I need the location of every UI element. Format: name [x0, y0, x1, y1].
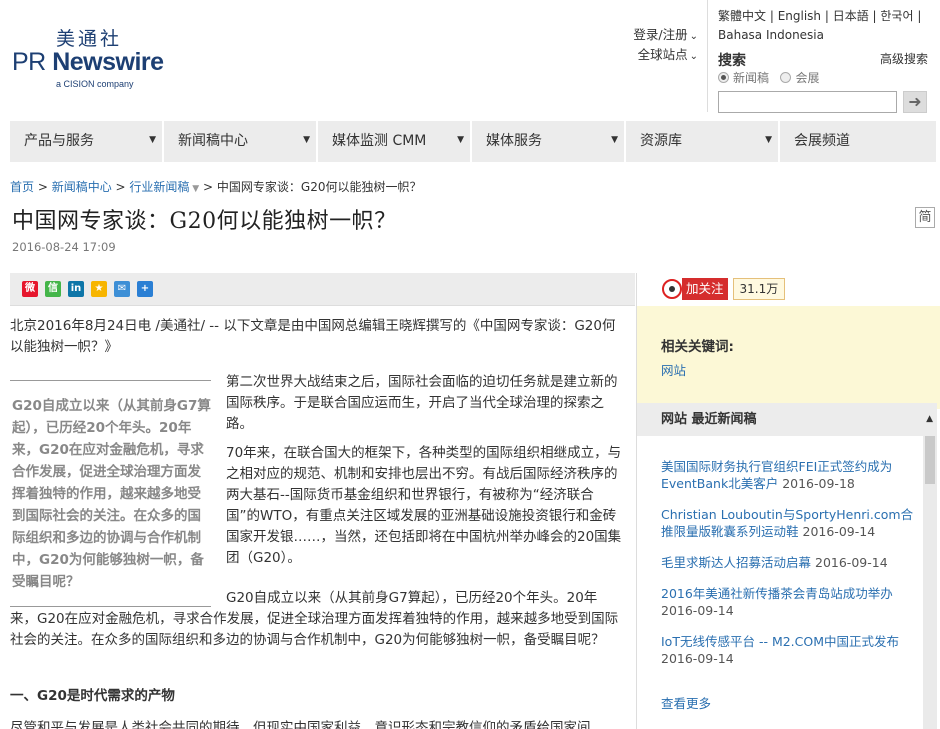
- qzone-share-icon[interactable]: ★: [91, 281, 107, 297]
- lang-id[interactable]: Bahasa Indonesia: [718, 28, 824, 42]
- publish-date: 2016-08-24 17:09: [12, 240, 116, 254]
- list-item: IoT无线传感平台 -- M2.COM中国正式发布 2016-09-14: [661, 634, 900, 666]
- list-item: 2016年美通社新传播茶会青岛站成功举办 2016-09-14: [661, 586, 893, 618]
- search-input[interactable]: [718, 91, 897, 113]
- news-link[interactable]: 2016年美通社新传播茶会青岛站成功举办: [661, 586, 893, 601]
- caret-down-icon: ▼: [765, 135, 772, 145]
- arrow-right-icon: ➜: [908, 92, 922, 111]
- linkedin-share-icon[interactable]: in: [68, 281, 84, 297]
- paragraph: 第二次世界大战结束之后，国际社会面临的迫切任务就是建立新的国际秩序。于是联合国应…: [226, 374, 618, 432]
- article-body: 北京2016年8月24日电 /美通社/ -- 以下文章是由中国网总编辑王晓辉撰写…: [10, 316, 622, 729]
- breadcrumb-home[interactable]: 首页: [10, 180, 34, 194]
- dropdown-icon[interactable]: ▼: [189, 184, 199, 194]
- caret-down-icon: ▼: [457, 135, 464, 145]
- scrollbar-thumb[interactable]: [925, 436, 935, 484]
- news-link[interactable]: 美国国际财务执行官组织FEI正式签约成为EventBank北美客户: [661, 459, 892, 491]
- language-list: 繁體中文 | English | 日本語 | 한국어 | Bahasa Indo…: [718, 9, 922, 42]
- paragraph: 尽管和平与发展是人类社会共同的期待，但现实中国家利益、意识形态和宗教信仰的矛盾给…: [10, 720, 591, 729]
- recent-news-header[interactable]: 网站 最近新闻稿 ▲: [637, 403, 937, 436]
- page-title: 中国网专家谈：G20何以能独树一帜？: [12, 209, 397, 234]
- prnewswire-logo[interactable]: 美通社 PR Newswire a CISION company: [12, 24, 182, 94]
- language-search-panel: 繁體中文 | English | 日本語 | 한국어 | Bahasa Indo…: [707, 0, 940, 113]
- list-item: Christian Louboutin与SportyHenri.com合推限量版…: [661, 507, 914, 539]
- news-link[interactable]: Christian Louboutin与SportyHenri.com合推限量版…: [661, 507, 913, 539]
- caret-down-icon: ▼: [303, 135, 310, 145]
- radio-news[interactable]: 新闻稿: [718, 71, 769, 85]
- follower-count: 31.1万: [732, 278, 786, 300]
- keyword-link[interactable]: 网站: [661, 360, 940, 379]
- wechat-share-icon[interactable]: 信: [45, 281, 61, 297]
- login-register-link[interactable]: 登录/注册 ⌄: [622, 26, 698, 46]
- view-more-link[interactable]: 查看更多: [661, 693, 711, 712]
- sidebar-scrollbar[interactable]: [923, 436, 937, 729]
- related-keywords-box: 相关关键词: 网站: [637, 306, 940, 409]
- scroll-up-icon[interactable]: ▲: [926, 403, 933, 436]
- search-title: 搜索: [718, 53, 746, 69]
- logo-sub: a CISION company: [56, 79, 134, 89]
- lang-ko[interactable]: 한국어: [880, 9, 913, 23]
- radio-icon: [780, 72, 792, 83]
- lang-ja[interactable]: 日本語: [833, 9, 869, 23]
- breadcrumb-newsroom[interactable]: 新闻稿中心: [52, 180, 112, 194]
- simplified-toggle-button[interactable]: 简: [915, 207, 935, 228]
- nav-events[interactable]: 会展频道: [780, 121, 936, 162]
- nav-cmm[interactable]: 媒体监测 CMM ▼: [318, 121, 472, 162]
- paragraph: G20自成立以来（从其前身G7算起），已历经20个年头。20年来，G20在应对金…: [10, 590, 619, 648]
- breadcrumb-industry[interactable]: 行业新闻稿: [129, 180, 189, 194]
- breadcrumb-current: > 中国网专家谈：G20何以能独树一帜？: [203, 180, 422, 194]
- paragraph: 70年来，在联合国大的框架下，各种类型的国际组织相继成立，与之相对应的规范、机制…: [226, 445, 622, 566]
- email-share-icon[interactable]: ✉: [114, 281, 130, 297]
- list-item: 毛里求斯达人招募活动启幕 2016-09-14: [661, 555, 888, 570]
- weibo-icon: [662, 279, 682, 299]
- keywords-title: 相关关键词:: [661, 339, 734, 355]
- logo-cn: 美通社: [56, 28, 123, 50]
- news-link[interactable]: IoT无线传感平台 -- M2.COM中国正式发布: [661, 634, 899, 649]
- advanced-search-link[interactable]: 高级搜索: [880, 50, 928, 67]
- follow-button[interactable]: 加关注: [682, 278, 728, 300]
- share-bar: 微 信 in ★ ✉ +: [10, 273, 635, 306]
- logo-en: PR Newswire: [12, 48, 164, 76]
- weibo-share-icon[interactable]: 微: [22, 281, 38, 297]
- section-heading: 一、G20是时代需求的产物: [10, 688, 175, 704]
- radio-selected-icon: [718, 72, 729, 83]
- article-lead: 北京2016年8月24日电 /美通社/ -- 以下文章是由中国网总编辑王晓辉撰写…: [10, 318, 616, 355]
- radio-events[interactable]: 会展: [780, 71, 819, 85]
- nav-products[interactable]: 产品与服务 ▼: [10, 121, 164, 162]
- main-nav: 产品与服务 ▼ 新闻稿中心 ▼ 媒体监测 CMM ▼ 媒体服务 ▼ 资源库 ▼ 会展频道: [10, 121, 936, 162]
- sidebar: 加关注 31.1万 相关关键词: 网站 网站 最近新闻稿 ▲ 美国国际财务执行官…: [636, 273, 940, 729]
- global-sites-link[interactable]: 全球站点 ⌄: [622, 46, 698, 66]
- recent-news-list: 美国国际财务执行官组织FEI正式签约成为EventBank北美客户 2016-0…: [661, 458, 923, 681]
- caret-down-icon: ▼: [149, 135, 156, 145]
- pull-quote: G20自成立以来（从其前身G7算起），已历经20个年头。20年来，G20在应对金…: [10, 380, 211, 607]
- nav-resources[interactable]: 资源库 ▼: [626, 121, 780, 162]
- chevron-down-icon: ⌄: [689, 31, 698, 42]
- caret-down-icon: ▼: [611, 135, 618, 145]
- list-item: 美国国际财务执行官组织FEI正式签约成为EventBank北美客户 2016-0…: [661, 459, 893, 491]
- nav-newsroom[interactable]: 新闻稿中心 ▼: [164, 121, 318, 162]
- lang-en[interactable]: English: [778, 9, 821, 23]
- breadcrumb: 首页 > 新闻稿中心 > 行业新闻稿 ▼ > 中国网专家谈：G20何以能独树一帜…: [10, 180, 422, 194]
- lang-zh-tw[interactable]: 繁體中文: [718, 9, 766, 23]
- more-share-icon[interactable]: +: [137, 281, 153, 297]
- chevron-down-icon: ⌄: [689, 51, 698, 62]
- nav-media-services[interactable]: 媒体服务 ▼: [472, 121, 626, 162]
- news-link[interactable]: 毛里求斯达人招募活动启幕: [661, 555, 811, 570]
- search-submit-button[interactable]: ➜: [903, 91, 927, 113]
- weibo-follow-widget: 加关注 31.1万: [662, 278, 786, 300]
